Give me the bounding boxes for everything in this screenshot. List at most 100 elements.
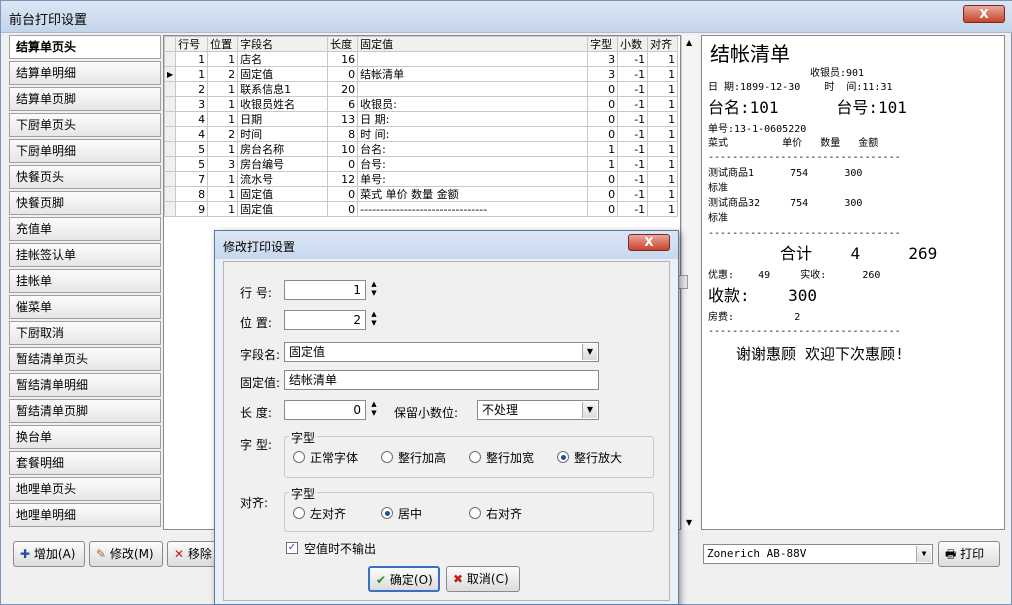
- table-cell[interactable]: 固定值: [237, 66, 329, 82]
- table-cell[interactable]: 菜式 单价 数量 金额: [357, 186, 589, 202]
- remove-button[interactable]: ✕ 移除: [167, 541, 217, 567]
- table-cell[interactable]: 1: [647, 96, 679, 112]
- table-cell[interactable]: 16: [327, 51, 359, 67]
- table-cell[interactable]: 联系信息1: [237, 81, 329, 97]
- table-cell[interactable]: 1: [647, 126, 679, 142]
- table-cell[interactable]: 日 期:: [357, 111, 589, 127]
- font-radio[interactable]: [293, 451, 305, 463]
- table-cell[interactable]: 20: [327, 81, 359, 97]
- table-cell[interactable]: 3: [207, 156, 239, 172]
- sidebar-item[interactable]: 结算单页脚: [9, 87, 161, 111]
- table-cell[interactable]: -1: [617, 126, 649, 142]
- font-radio[interactable]: [557, 451, 569, 463]
- sidebar-item[interactable]: 暂结清单明细: [9, 373, 161, 397]
- table-cell[interactable]: 0: [587, 201, 619, 217]
- table-cell[interactable]: 1: [207, 81, 239, 97]
- spin-up-icon[interactable]: ▲: [369, 280, 379, 289]
- sidebar-item[interactable]: 下厨取消: [9, 321, 161, 345]
- table-cell[interactable]: 1: [207, 141, 239, 157]
- spin-down-icon[interactable]: ▼: [369, 289, 379, 298]
- table-cell[interactable]: 9: [175, 201, 209, 217]
- table-cell[interactable]: 5: [175, 156, 209, 172]
- table-cell[interactable]: -1: [617, 96, 649, 112]
- table-cell[interactable]: 1: [647, 81, 679, 97]
- table-cell[interactable]: 1: [207, 171, 239, 187]
- table-cell[interactable]: 0: [327, 186, 359, 202]
- table-cell[interactable]: 4: [175, 111, 209, 127]
- table-cell[interactable]: 1: [647, 66, 679, 82]
- table-cell[interactable]: 1: [175, 51, 209, 67]
- table-cell[interactable]: -1: [617, 66, 649, 82]
- table-cell[interactable]: 1: [175, 66, 209, 82]
- sidebar-item[interactable]: 充值单: [9, 217, 161, 241]
- table-cell[interactable]: 固定值: [237, 201, 329, 217]
- table-cell[interactable]: 时 间:: [357, 126, 589, 142]
- table-cell[interactable]: 台名:: [357, 141, 589, 157]
- ok-button[interactable]: ✔ 确定(O): [368, 566, 440, 592]
- chevron-down-icon[interactable]: ▼: [916, 546, 931, 562]
- table-cell[interactable]: 0: [587, 186, 619, 202]
- col-font[interactable]: 字型: [587, 36, 619, 52]
- sidebar-item[interactable]: 催菜单: [9, 295, 161, 319]
- col-row-no[interactable]: 行号: [175, 36, 209, 52]
- field-name-select[interactable]: 固定值 ▼: [284, 342, 599, 362]
- table-cell[interactable]: 1: [207, 51, 239, 67]
- table-row[interactable]: 8 1 固定值 0 菜式 单价 数量 金额 0 -1 1: [163, 186, 679, 202]
- table-cell[interactable]: 7: [175, 171, 209, 187]
- decimal-select[interactable]: 不处理 ▼: [477, 400, 599, 420]
- sidebar-item[interactable]: 暂结清单页头: [9, 347, 161, 371]
- sidebar-item[interactable]: 套餐明细: [9, 451, 161, 475]
- table-row[interactable]: 3 1 收银员姓名 6 收银员: 0 -1 1: [163, 96, 679, 112]
- table-cell[interactable]: -1: [617, 186, 649, 202]
- window-close-button[interactable]: X: [963, 5, 1005, 23]
- row-input[interactable]: 1: [284, 280, 366, 300]
- table-cell[interactable]: 0: [327, 156, 359, 172]
- table-row[interactable]: 5 3 房台编号 0 台号: 1 -1 1: [163, 156, 679, 172]
- table-cell[interactable]: [357, 81, 589, 97]
- table-cell[interactable]: 13: [327, 111, 359, 127]
- position-spinner[interactable]: ▲ ▼: [369, 310, 379, 330]
- table-cell[interactable]: 4: [175, 126, 209, 142]
- table-cell[interactable]: 1: [647, 186, 679, 202]
- table-cell[interactable]: 0: [587, 126, 619, 142]
- table-cell[interactable]: 结帐清单: [357, 66, 589, 82]
- print-button[interactable]: 🖶 打印: [938, 541, 1000, 567]
- spin-down-icon[interactable]: ▼: [369, 319, 379, 328]
- table-cell[interactable]: 2: [175, 81, 209, 97]
- col-fixed-value[interactable]: 固定值: [357, 36, 589, 52]
- table-cell[interactable]: 8: [175, 186, 209, 202]
- table-cell[interactable]: 台号:: [357, 156, 589, 172]
- add-button[interactable]: ✚ 增加(A): [13, 541, 85, 567]
- table-cell[interactable]: 房台编号: [237, 156, 329, 172]
- spin-up-icon[interactable]: ▲: [369, 400, 379, 409]
- table-row[interactable]: 5 1 房台名称 10 台名: 1 -1 1: [163, 141, 679, 157]
- scroll-up-icon[interactable]: ▲: [686, 38, 692, 47]
- table-cell[interactable]: 12: [327, 171, 359, 187]
- table-cell[interactable]: 日期: [237, 111, 329, 127]
- table-cell[interactable]: 1: [207, 96, 239, 112]
- sidebar-item[interactable]: 快餐页脚: [9, 191, 161, 215]
- grid-scrollbar[interactable]: ▲ ▼: [674, 35, 699, 530]
- col-align[interactable]: 对齐: [647, 36, 679, 52]
- fixed-value-input[interactable]: 结帐清单: [284, 370, 599, 390]
- sidebar-item[interactable]: 快餐页头: [9, 165, 161, 189]
- length-input[interactable]: 0: [284, 400, 366, 420]
- chevron-down-icon[interactable]: ▼: [582, 402, 597, 418]
- col-position[interactable]: 位置: [207, 36, 239, 52]
- table-cell[interactable]: 单号:: [357, 171, 589, 187]
- font-radio[interactable]: [381, 451, 393, 463]
- table-cell[interactable]: 8: [327, 126, 359, 142]
- table-cell[interactable]: 流水号: [237, 171, 329, 187]
- sidebar-item[interactable]: 结算单页头: [9, 35, 161, 59]
- table-cell[interactable]: --------------------------------: [357, 201, 589, 217]
- table-cell[interactable]: 1: [647, 201, 679, 217]
- table-row[interactable]: ▶ 1 2 固定值 0 结帐清单 3 -1 1: [163, 66, 679, 82]
- col-length[interactable]: 长度: [327, 36, 359, 52]
- table-cell[interactable]: 6: [327, 96, 359, 112]
- table-row[interactable]: 4 2 时间 8 时 间: 0 -1 1: [163, 126, 679, 142]
- table-cell[interactable]: 0: [587, 96, 619, 112]
- table-cell[interactable]: 1: [207, 111, 239, 127]
- sidebar-item[interactable]: 地哩单明细: [9, 503, 161, 527]
- table-cell[interactable]: 3: [587, 51, 619, 67]
- cancel-button[interactable]: ✖ 取消(C): [446, 566, 520, 592]
